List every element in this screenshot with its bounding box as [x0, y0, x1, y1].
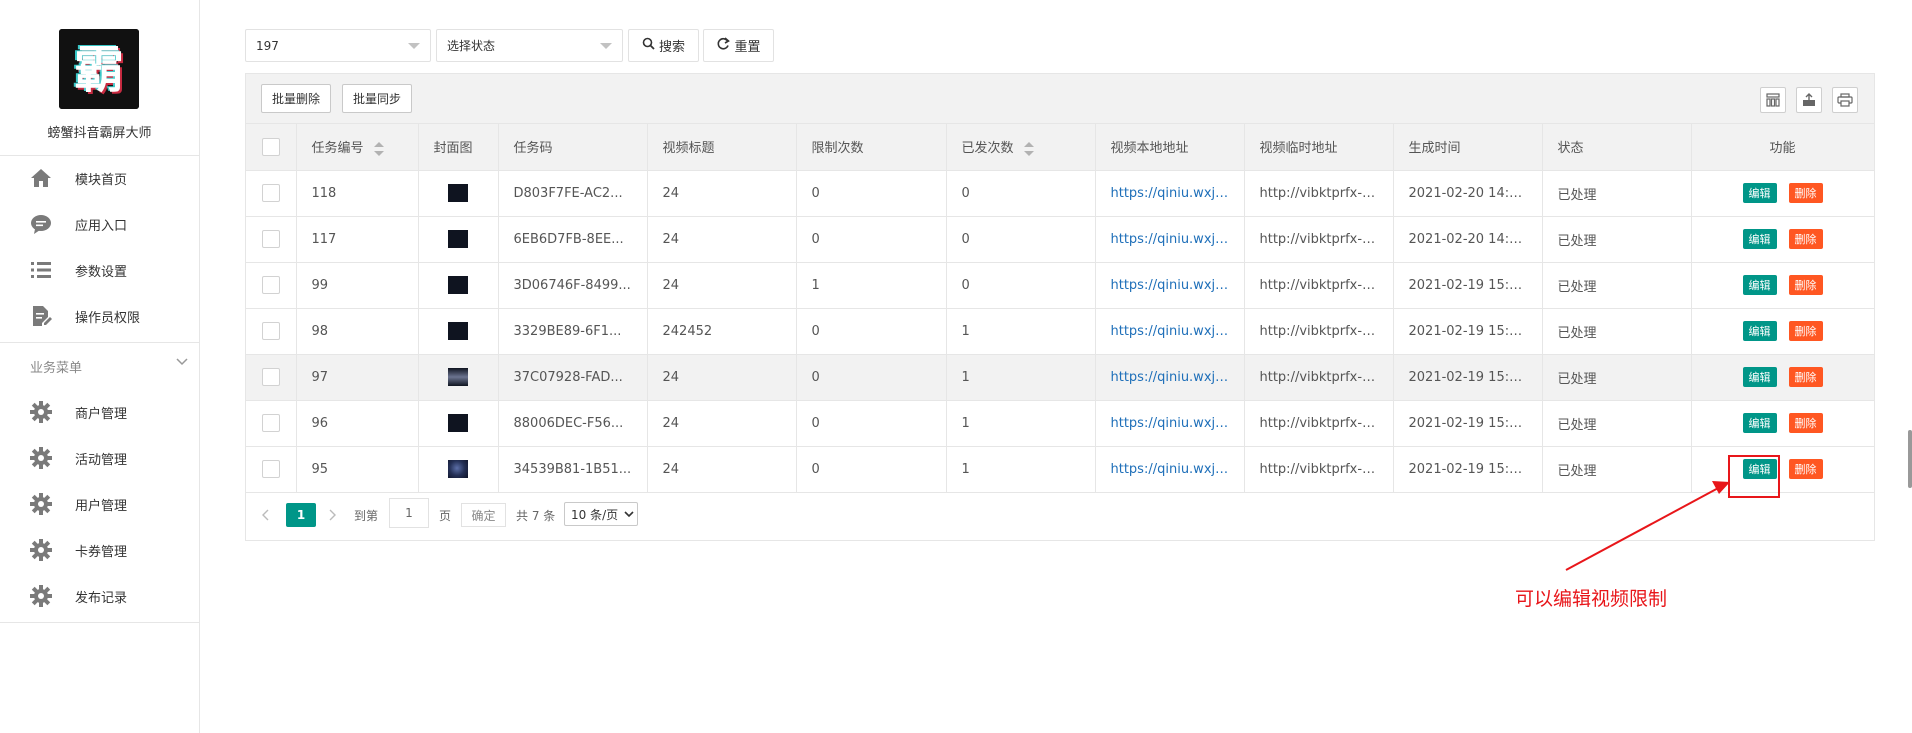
annotation-text: 可以编辑视频限制 — [1515, 588, 1668, 610]
scrollbar-handle[interactable] — [1908, 430, 1912, 488]
annotation-arrow-icon — [1565, 481, 1730, 571]
